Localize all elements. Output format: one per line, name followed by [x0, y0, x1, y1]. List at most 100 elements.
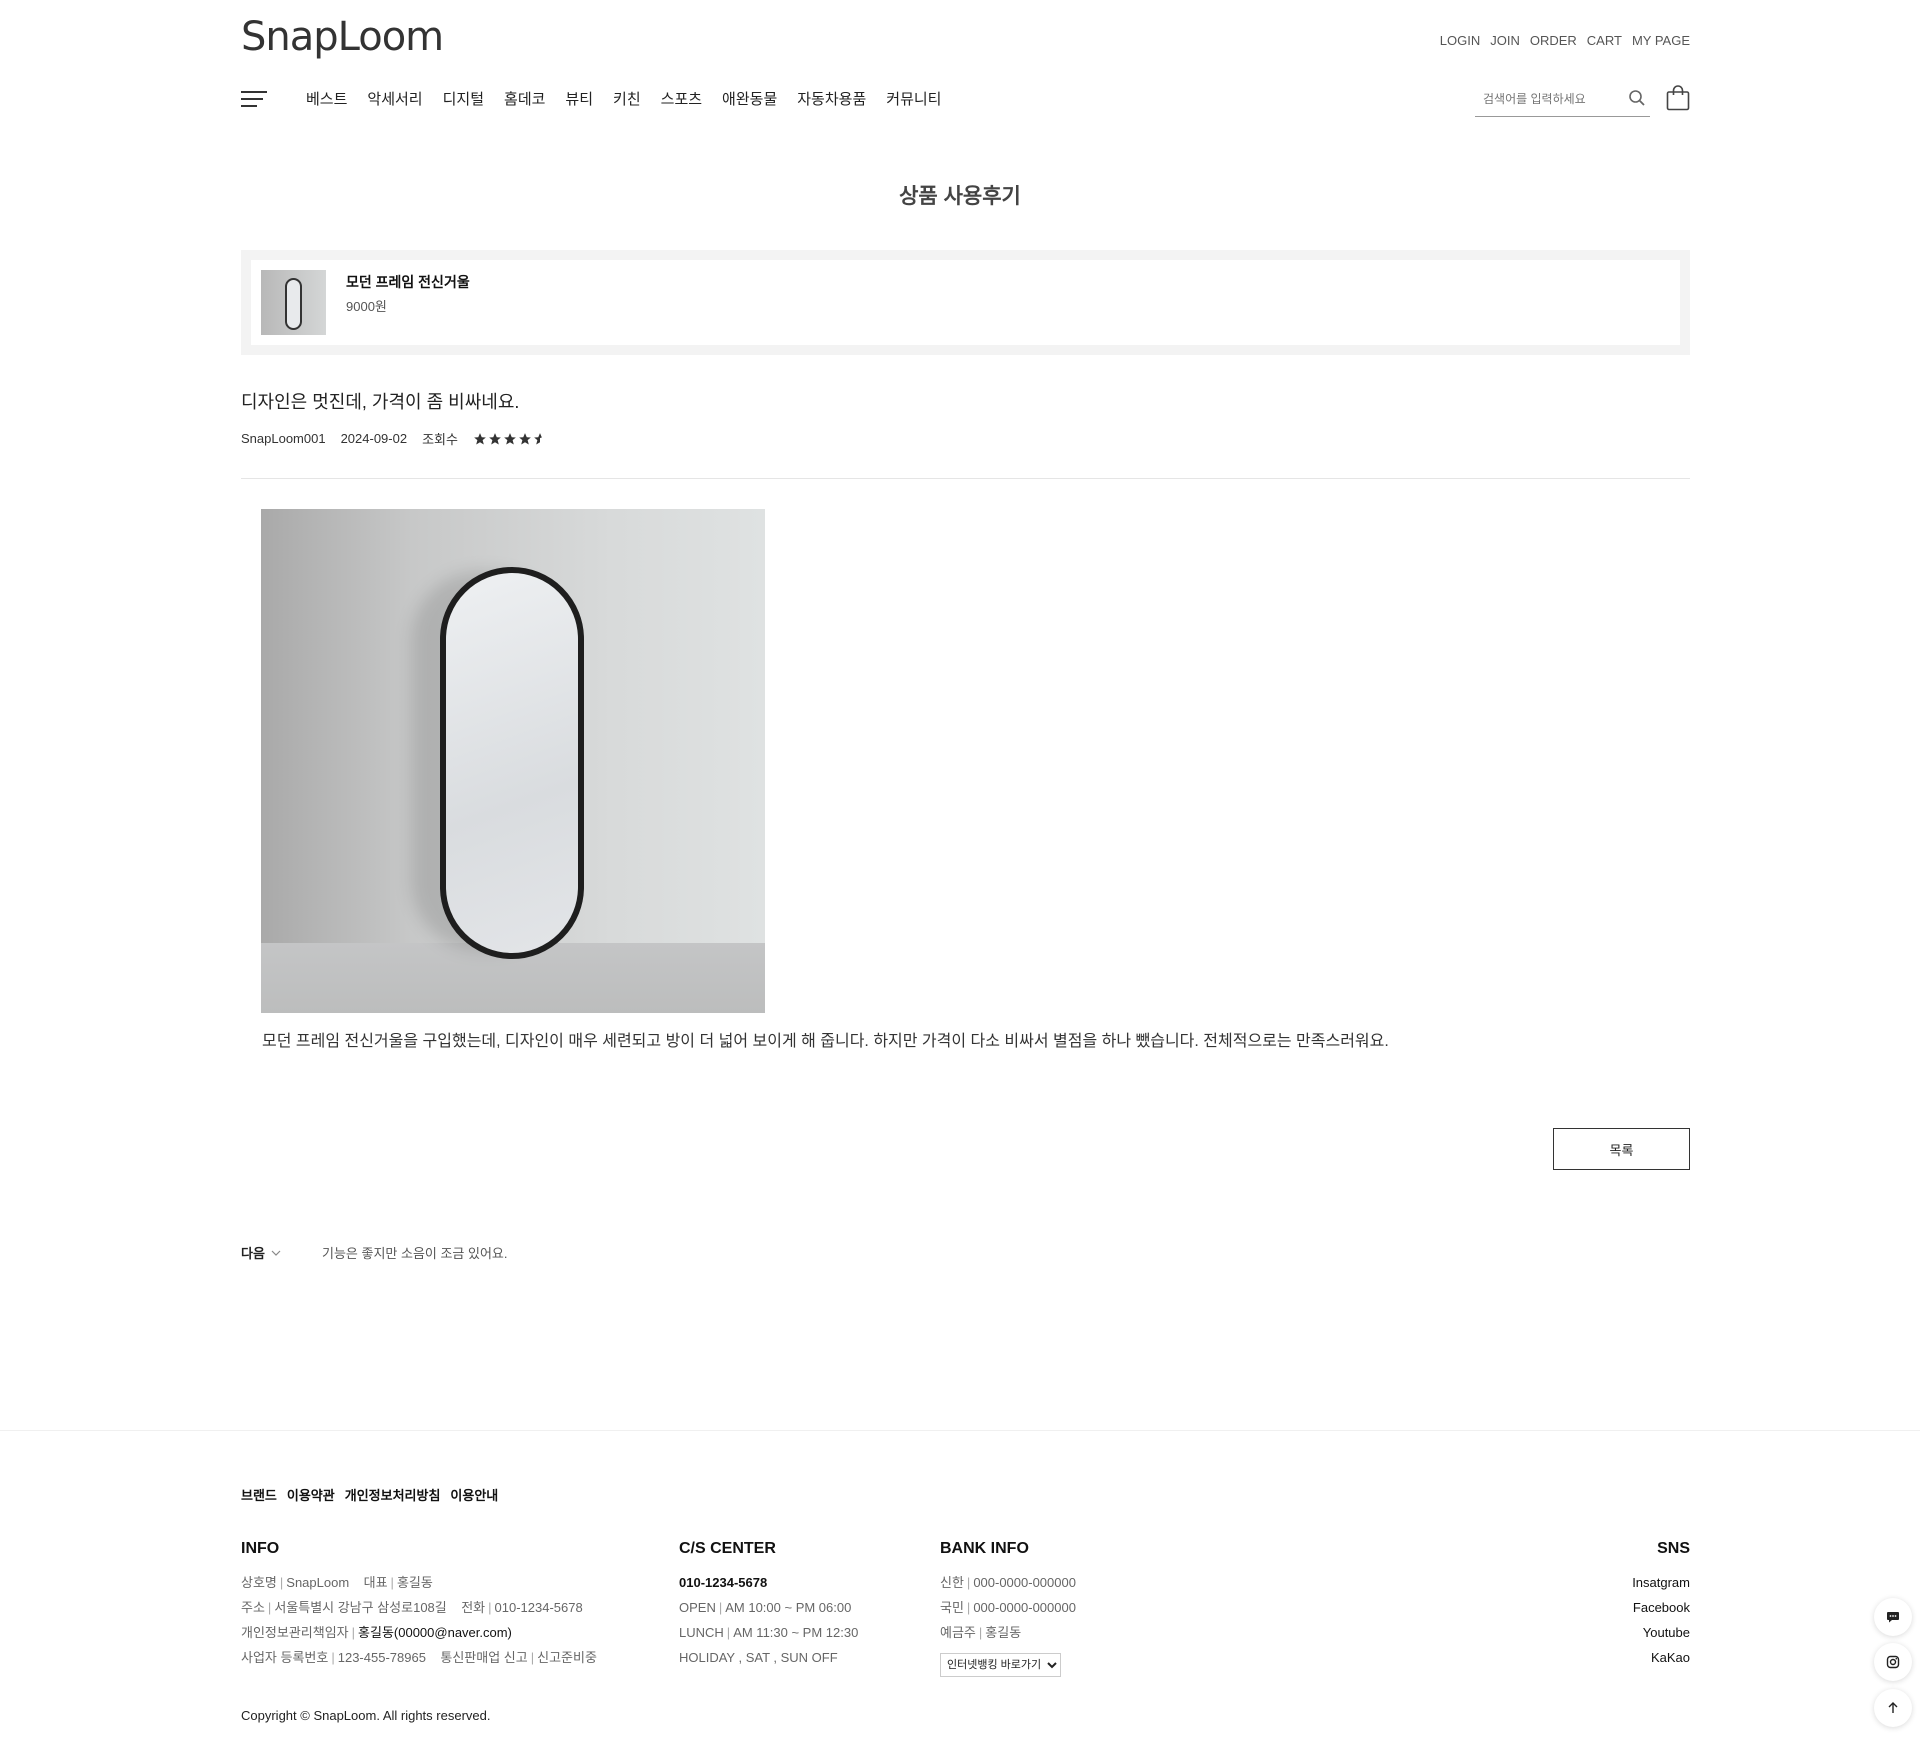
search-box — [1475, 84, 1650, 117]
join-link[interactable]: JOIN — [1490, 33, 1520, 48]
lunch-label: LUNCH — [679, 1625, 724, 1640]
star-icon — [519, 432, 531, 445]
menu-item-community[interactable]: 커뮤니티 — [886, 88, 941, 109]
menu-item-beauty[interactable]: 뷰티 — [565, 88, 593, 109]
chat-icon — [1887, 1612, 1899, 1623]
product-price: 9000원 — [346, 299, 387, 314]
order-link[interactable]: ORDER — [1530, 33, 1577, 48]
bank2-account: 000-0000-000000 — [973, 1600, 1076, 1615]
cart-link[interactable]: CART — [1587, 33, 1622, 48]
menu-item-home-deco[interactable]: 홈데코 — [504, 88, 545, 109]
internet-banking-select[interactable]: 인터넷뱅킹 바로가기 — [940, 1653, 1061, 1677]
next-post[interactable]: 다음 기능은 좋지만 소음이 조금 있어요. — [241, 1243, 508, 1262]
menu-item-digital[interactable]: 디지털 — [443, 88, 484, 109]
review-body: 모던 프레임 전신거울을 구입했는데, 디자인이 매우 세련되고 방이 더 넓어… — [262, 1033, 1389, 1050]
copyright: Copyright © SnapLoom. All rights reserve… — [241, 1708, 491, 1723]
chevron-down-icon — [271, 1250, 281, 1256]
company-name: SnapLoom — [286, 1575, 350, 1590]
list-button[interactable]: 목록 — [1553, 1128, 1690, 1170]
next-label-wrap: 다음 — [241, 1243, 322, 1262]
biz-number-label: 사업자 등록번호 — [241, 1650, 329, 1665]
footer-info: INFO 상호명 | SnapLoom 대표 | 홍길동 주소 | 서울특별시 강남구 삼성… — [241, 1540, 597, 1665]
holder-label: 예금주 — [940, 1625, 976, 1640]
star-icon — [474, 432, 486, 445]
menu-item-best[interactable]: 베스트 — [306, 88, 347, 109]
chat-button[interactable] — [1874, 1598, 1912, 1636]
lunch-hours: AM 11:30 ~ PM 12:30 — [733, 1625, 859, 1640]
search-icon[interactable] — [1628, 89, 1646, 112]
mail-order-label: 통신판매업 신고 — [440, 1650, 528, 1665]
instagram-icon — [1886, 1655, 1900, 1669]
product-summary: 모던 프레임 전신거울 9000원 — [241, 250, 1690, 355]
biz-number: 123-455-78965 — [337, 1650, 426, 1665]
info-heading: INFO — [241, 1540, 280, 1557]
next-label: 다음 — [241, 1246, 265, 1261]
open-hours: AM 10:00 ~ PM 06:00 — [725, 1600, 852, 1615]
bank1-account: 000-0000-000000 — [973, 1575, 1076, 1590]
open-label: OPEN — [679, 1600, 716, 1615]
menu-item-kitchen[interactable]: 키친 — [613, 88, 641, 109]
product-name[interactable]: 모던 프레임 전신거울 — [346, 272, 470, 292]
sns-heading: SNS — [1657, 1540, 1690, 1557]
bank-heading: BANK INFO — [940, 1540, 1029, 1557]
star-icon — [489, 432, 501, 445]
account-holder: 홍길동 — [985, 1625, 1022, 1640]
login-link[interactable]: LOGIN — [1440, 33, 1480, 48]
phone: 010-1234-5678 — [494, 1600, 583, 1615]
instagram-button[interactable] — [1874, 1643, 1912, 1681]
menu-item-pets[interactable]: 애완동물 — [722, 88, 777, 109]
sns-kakao-link[interactable]: KaKao — [1632, 1645, 1690, 1670]
arrow-up-icon — [1888, 1702, 1898, 1713]
review-meta: SnapLoom001 2024-09-02 조회수 — [241, 429, 547, 448]
menu-item-car[interactable]: 자동차용품 — [797, 88, 866, 109]
page-title: 상품 사용후기 — [899, 185, 1021, 208]
phone-label: 전화 — [461, 1600, 486, 1615]
hamburger-icon[interactable] — [241, 88, 267, 108]
site-logo[interactable]: SnapLoom — [241, 14, 444, 60]
footer-link-brand[interactable]: 브랜드 — [241, 1485, 277, 1504]
my-page-link[interactable]: MY PAGE — [1632, 33, 1690, 48]
menu-item-sports[interactable]: 스포츠 — [661, 88, 702, 109]
ceo-name: 홍길동 — [396, 1575, 433, 1590]
footer-links: 브랜드 이용약관 개인정보처리방침 이용안내 — [241, 1485, 498, 1504]
review-date: 2024-09-02 — [340, 431, 408, 446]
holiday-info: HOLIDAY , SAT , SUN OFF — [679, 1650, 838, 1665]
review-image — [261, 509, 765, 1013]
star-rating — [473, 432, 547, 446]
review-author: SnapLoom001 — [241, 431, 326, 446]
menu-item-accessories[interactable]: 악세서리 — [367, 88, 422, 109]
company-label: 상호명 — [241, 1575, 277, 1590]
category-menu: 베스트 악세서리 디지털 홈데코 뷰티 키친 스포츠 애완동물 자동차용품 커뮤… — [306, 88, 941, 109]
footer-link-terms[interactable]: 이용약관 — [287, 1485, 335, 1504]
privacy-officer: 홍길동(00000@naver.com) — [358, 1625, 512, 1640]
sns-facebook-link[interactable]: Facebook — [1632, 1595, 1690, 1620]
sns-instagram-link[interactable]: Insatgram — [1632, 1570, 1690, 1595]
ceo-label: 대표 — [363, 1575, 388, 1590]
star-icon — [504, 432, 516, 445]
footer-link-privacy[interactable]: 개인정보처리방침 — [345, 1485, 441, 1504]
shopping-bag-icon[interactable] — [1666, 85, 1690, 116]
mail-order: 신고준비중 — [537, 1650, 597, 1665]
next-post-title[interactable]: 기능은 좋지만 소음이 조금 있어요. — [322, 1243, 508, 1262]
scroll-top-button[interactable] — [1874, 1689, 1912, 1727]
divider — [241, 478, 1690, 479]
footer-divider — [0, 1430, 1920, 1431]
main-navigation: 베스트 악세서리 디지털 홈데코 뷰티 키친 스포츠 애완동물 자동차용품 커뮤… — [241, 84, 1690, 117]
footer-sns: SNS Insatgram Facebook Youtube KaKao — [1632, 1540, 1690, 1670]
top-links: LOGIN JOIN ORDER CART MY PAGE — [1440, 33, 1690, 48]
search-input[interactable] — [1475, 84, 1615, 114]
footer-bank-info: BANK INFO 신한 | 000-0000-000000 국민 | 000-0000… — [940, 1540, 1076, 1677]
sns-youtube-link[interactable]: Youtube — [1632, 1620, 1690, 1645]
footer-link-guide[interactable]: 이용안내 — [450, 1485, 498, 1504]
bank1-label: 신한 — [940, 1575, 964, 1590]
privacy-officer-label: 개인정보관리책임자 — [241, 1625, 349, 1640]
footer-cs-center: C/S CENTER 010-1234-5678 OPEN | AM 10:00 ~… — [679, 1540, 859, 1665]
cs-phone[interactable]: 010-1234-5678 — [679, 1575, 767, 1590]
address: 서울특별시 강남구 삼성로108길 — [274, 1600, 447, 1615]
product-thumbnail[interactable] — [261, 270, 326, 335]
bank2-label: 국민 — [940, 1600, 964, 1615]
half-star-icon — [534, 432, 542, 445]
address-label: 주소 — [241, 1600, 265, 1615]
cs-heading: C/S CENTER — [679, 1540, 776, 1557]
review-views-label: 조회수 — [422, 432, 458, 447]
